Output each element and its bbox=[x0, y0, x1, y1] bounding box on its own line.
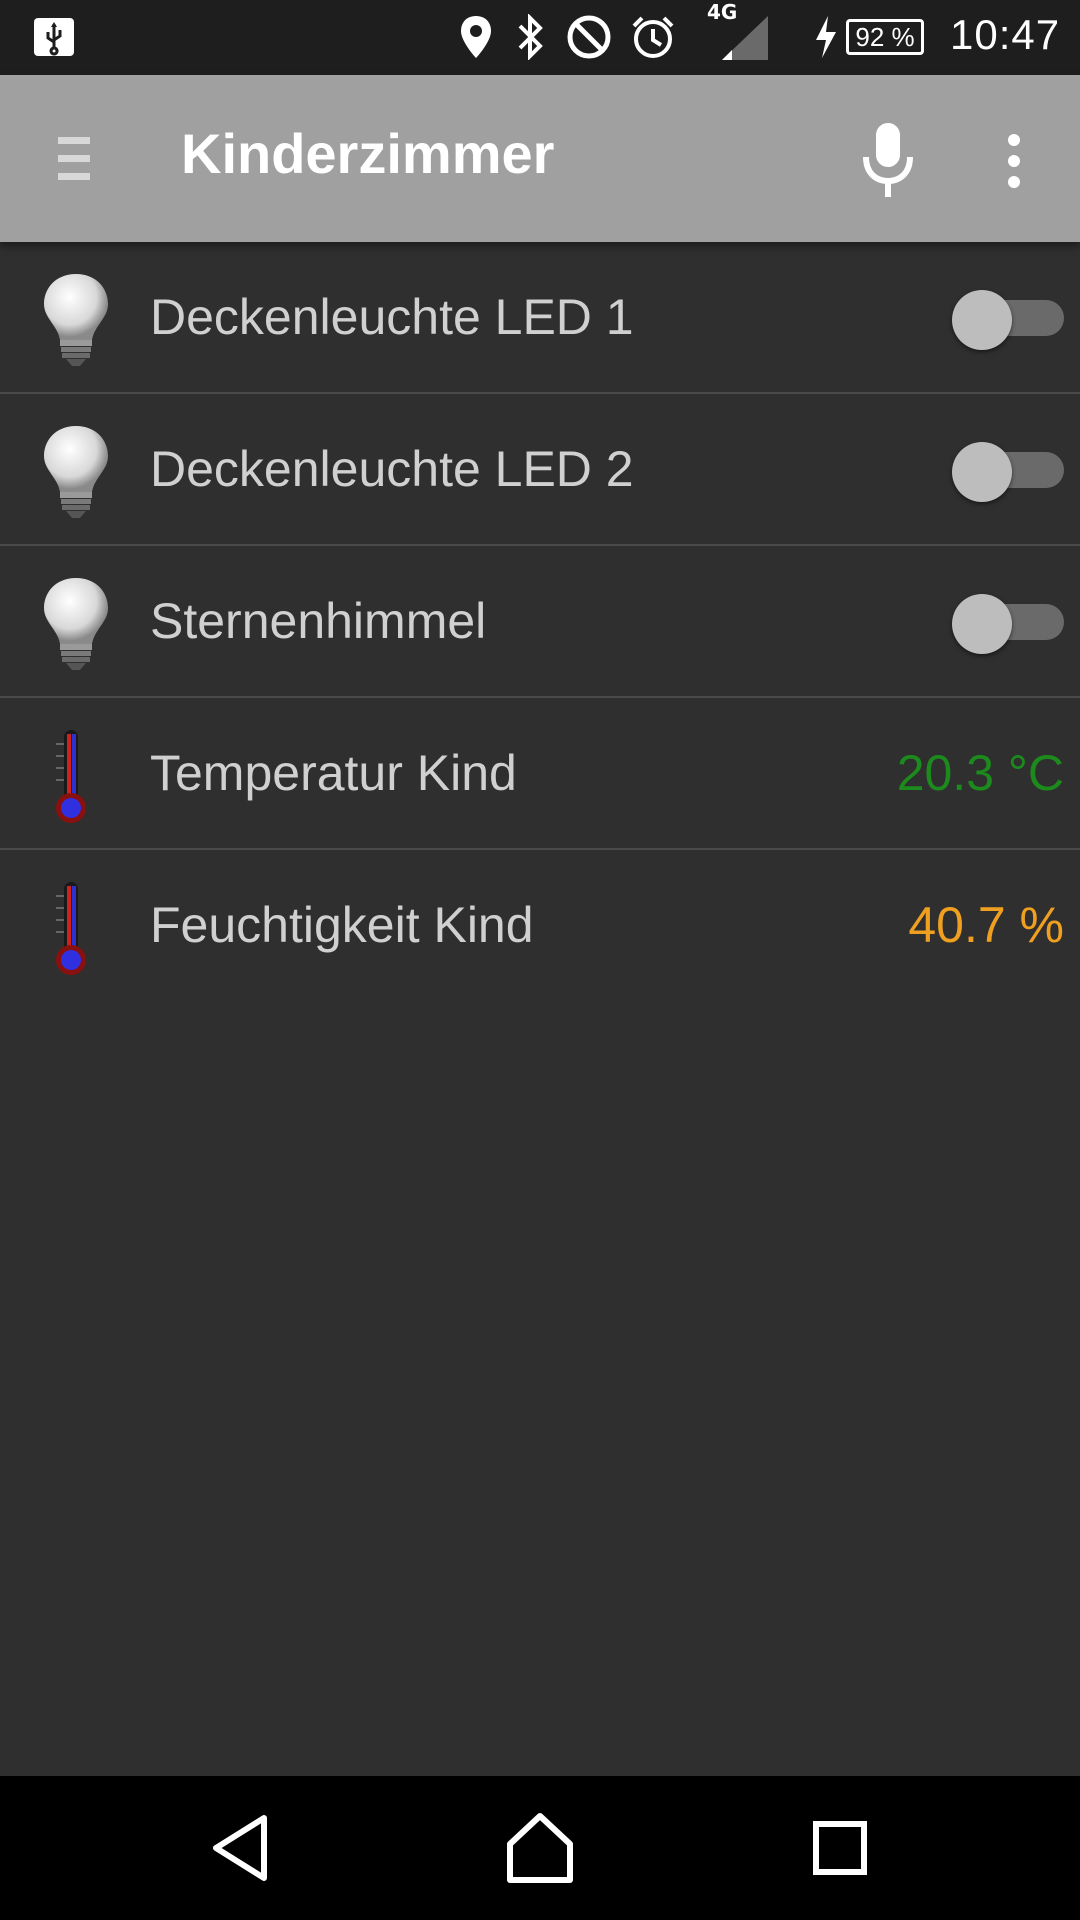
light-bulb-icon bbox=[44, 426, 108, 518]
signal-icon bbox=[722, 16, 768, 60]
item-label: Feuchtigkeit Kind bbox=[150, 897, 534, 953]
navigation-bar bbox=[0, 1776, 1080, 1920]
alarm-icon bbox=[632, 16, 674, 58]
light-bulb-icon bbox=[44, 578, 108, 670]
do-not-disturb-icon bbox=[567, 15, 611, 59]
overflow-menu-icon[interactable] bbox=[1000, 133, 1028, 189]
list-item[interactable]: Deckenleuchte LED 2 bbox=[0, 394, 1080, 546]
item-label: Deckenleuchte LED 2 bbox=[150, 441, 634, 497]
back-icon[interactable] bbox=[198, 1806, 282, 1890]
temperature-value: 20.3 °C bbox=[896, 745, 1064, 801]
toggle-switch[interactable] bbox=[952, 442, 1064, 502]
toggle-switch[interactable] bbox=[952, 290, 1064, 350]
item-label: Sternenhimmel bbox=[150, 593, 487, 649]
thermometer-icon bbox=[56, 882, 86, 975]
list-item[interactable]: Deckenleuchte LED 1 bbox=[0, 242, 1080, 394]
device-list: Deckenleuchte LED 1 Deckenleuchte LED 2 bbox=[0, 242, 1080, 1002]
location-icon bbox=[461, 16, 491, 58]
page-title: Kinderzimmer bbox=[181, 122, 555, 185]
list-item[interactable]: Feuchtigkeit Kind 40.7 % bbox=[0, 850, 1080, 1002]
recents-icon[interactable] bbox=[798, 1806, 882, 1890]
battery-icon: 92 % bbox=[846, 19, 924, 55]
list-item[interactable]: Temperatur Kind 20.3 °C bbox=[0, 698, 1080, 850]
status-bar: 4G 92 % 10:47 bbox=[0, 0, 1080, 75]
home-icon[interactable] bbox=[498, 1806, 582, 1890]
bluetooth-icon bbox=[518, 14, 543, 60]
clock: 10:47 bbox=[950, 11, 1061, 58]
microphone-icon[interactable] bbox=[858, 121, 918, 201]
item-label: Deckenleuchte LED 1 bbox=[150, 289, 634, 345]
list-item[interactable]: Sternenhimmel bbox=[0, 546, 1080, 698]
humidity-value: 40.7 % bbox=[908, 897, 1064, 953]
light-bulb-icon bbox=[44, 274, 108, 366]
charging-icon bbox=[816, 16, 836, 58]
app-toolbar: Kinderzimmer bbox=[0, 75, 1080, 242]
item-label: Temperatur Kind bbox=[150, 745, 517, 801]
toggle-switch[interactable] bbox=[952, 594, 1064, 654]
usb-icon bbox=[34, 18, 74, 56]
thermometer-icon bbox=[56, 730, 86, 823]
menu-icon[interactable] bbox=[58, 137, 90, 181]
